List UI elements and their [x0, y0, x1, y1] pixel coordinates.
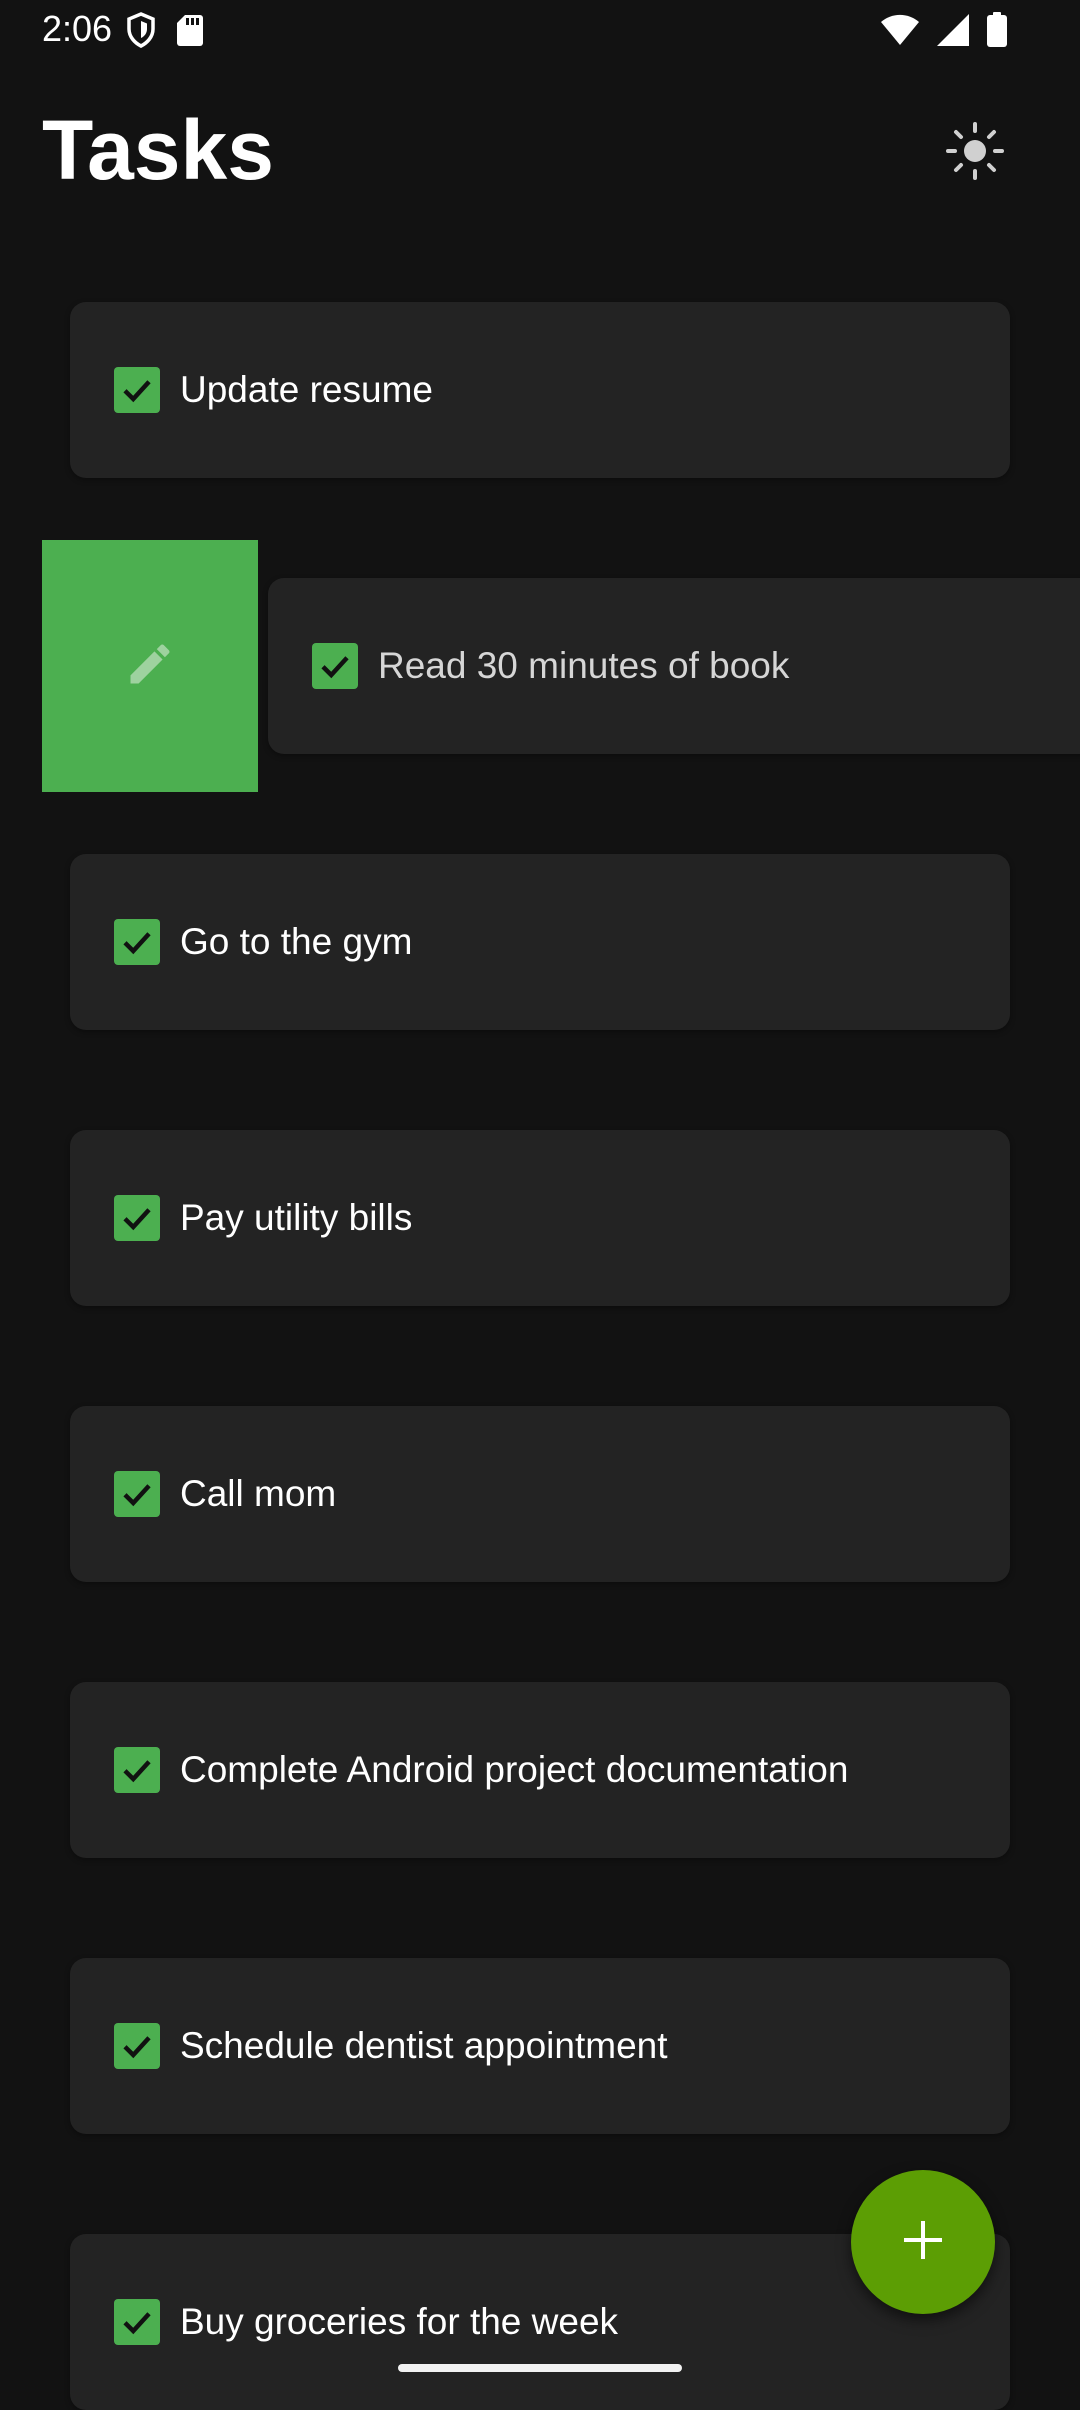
task-checkbox[interactable] [312, 643, 358, 689]
task-checkbox[interactable] [114, 2023, 160, 2069]
battery-icon [986, 12, 1008, 48]
task-checkbox[interactable] [114, 1195, 160, 1241]
task-label: Go to the gym [180, 921, 413, 962]
signal-icon [936, 13, 970, 47]
task-label: Complete Android project documentation [180, 1749, 849, 1790]
edit-swipe-action[interactable] [42, 540, 258, 792]
task-checkbox[interactable] [114, 1747, 160, 1793]
task-card[interactable]: Update resume [70, 302, 1010, 478]
wifi-icon [880, 13, 920, 47]
task-label: Read 30 minutes of book [378, 645, 790, 686]
status-left-icons [126, 12, 204, 48]
task-card[interactable]: Call mom [70, 1406, 1010, 1582]
sun-icon [945, 121, 1005, 186]
edit-icon [124, 638, 176, 695]
add-task-button[interactable] [851, 2170, 995, 2314]
status-time: 2:06 [42, 8, 113, 49]
task-card[interactable]: Go to the gym [70, 854, 1010, 1030]
shield-icon [126, 12, 156, 48]
page-title: Tasks [42, 103, 274, 197]
task-label: Pay utility bills [180, 1197, 413, 1238]
gesture-nav-bar[interactable] [398, 2364, 682, 2372]
task-label: Schedule dentist appointment [180, 2025, 668, 2066]
theme-toggle-button[interactable] [940, 118, 1010, 188]
task-card[interactable]: Schedule dentist appointment [70, 1958, 1010, 2134]
plus-icon [901, 2218, 945, 2267]
task-label: Update resume [180, 369, 433, 410]
task-card[interactable]: Pay utility bills [70, 1130, 1010, 1306]
task-label: Call mom [180, 1473, 337, 1514]
status-bar: 2:06 [0, 0, 1080, 64]
task-card[interactable]: Complete Android project documentation [70, 1682, 1010, 1858]
task-card-swiped[interactable]: Read 30 minutes of book [268, 578, 1080, 754]
status-right-icons [880, 12, 1008, 48]
task-checkbox[interactable] [114, 919, 160, 965]
task-label: Buy groceries for the week [180, 2301, 619, 2342]
sd-card-icon [176, 13, 204, 47]
task-checkbox[interactable] [114, 367, 160, 413]
task-checkbox[interactable] [114, 2299, 160, 2345]
task-checkbox[interactable] [114, 1471, 160, 1517]
